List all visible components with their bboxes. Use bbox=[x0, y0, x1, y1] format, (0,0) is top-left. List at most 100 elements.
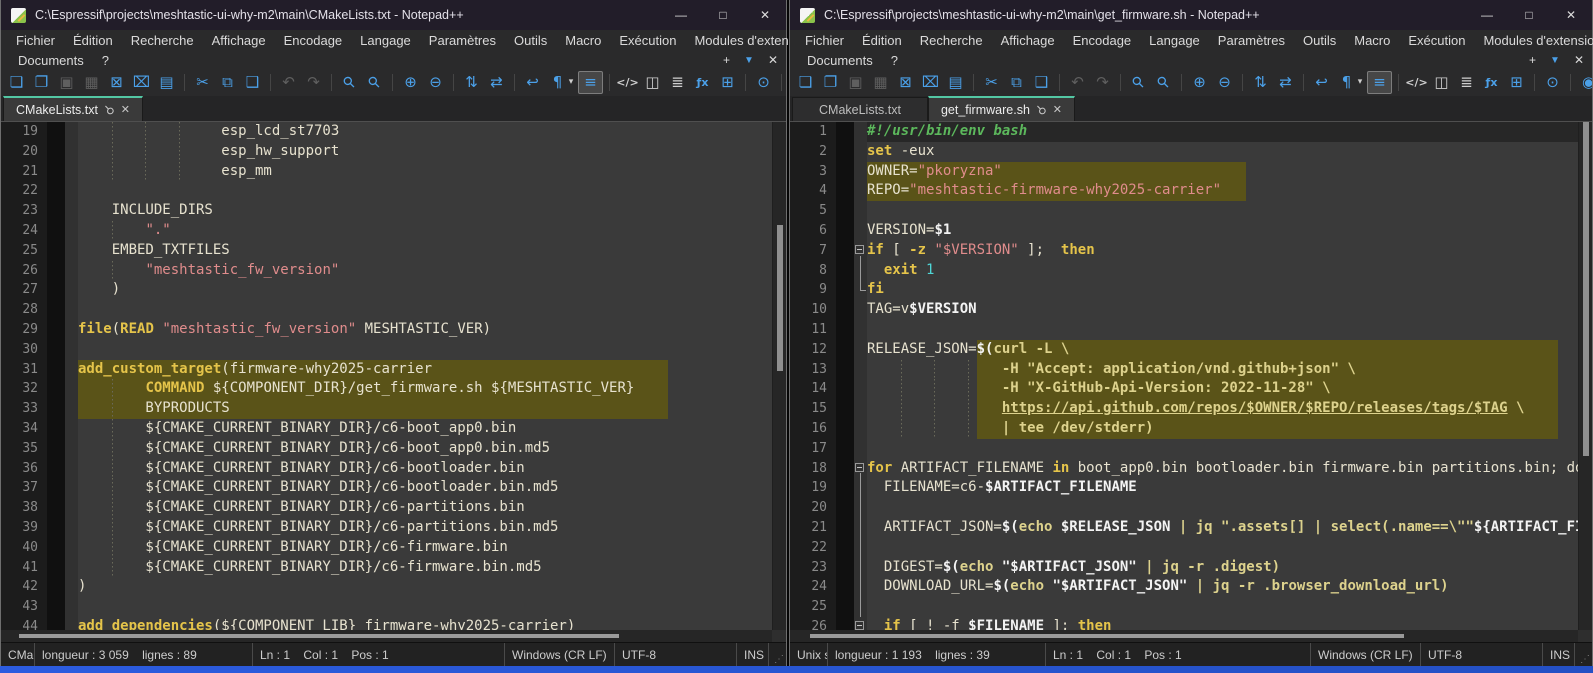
horizontal-scrollbar-thumb[interactable] bbox=[810, 634, 1404, 638]
close-icon[interactable]: ⊠ bbox=[894, 71, 917, 94]
menu-item-edition[interactable]: Édition bbox=[853, 33, 911, 48]
menu-item-recherche[interactable]: Recherche bbox=[911, 33, 992, 48]
code-text[interactable]: "." bbox=[78, 221, 772, 241]
sync-horizontal-scroll-icon[interactable]: ⇄ bbox=[485, 71, 508, 94]
menu-item-help[interactable]: ? bbox=[882, 53, 907, 68]
zoom-in-icon[interactable]: ⊕ bbox=[399, 71, 422, 94]
status-encoding[interactable]: UTF-8 bbox=[615, 643, 737, 666]
fold-margin[interactable] bbox=[854, 538, 867, 558]
code-text[interactable] bbox=[78, 340, 772, 360]
menu-item-execution[interactable]: Exécution bbox=[610, 33, 685, 48]
maximize-button[interactable]: □ bbox=[702, 0, 744, 30]
close-document-button[interactable]: ✕ bbox=[1574, 53, 1584, 67]
resize-grip[interactable]: ⋰ bbox=[1575, 643, 1592, 666]
menu-item-documents[interactable]: Documents bbox=[9, 53, 93, 68]
replace-icon[interactable]: ⚲ bbox=[1147, 69, 1180, 96]
status-doc-type[interactable]: CMak bbox=[1, 643, 35, 666]
fold-margin[interactable] bbox=[854, 478, 867, 498]
code-text[interactable] bbox=[867, 538, 1578, 558]
close-all-icon[interactable]: ⌧ bbox=[130, 71, 153, 94]
tab-cmakeliststxt[interactable]: CMakeLists.txt⚲✕ bbox=[3, 96, 143, 121]
code-text[interactable]: fi bbox=[867, 280, 1578, 300]
menu-item-macro[interactable]: Macro bbox=[1345, 33, 1399, 48]
open-file-icon[interactable]: ❐ bbox=[30, 71, 53, 94]
fold-margin[interactable] bbox=[854, 597, 867, 617]
show-chars-dropdown-icon[interactable]: ▾ bbox=[1355, 71, 1365, 94]
horizontal-scrollbar-thumb[interactable] bbox=[19, 634, 619, 638]
code-text[interactable]: ARTIFACT_JSON=$(echo $RELEASE_JSON | jq … bbox=[867, 518, 1578, 538]
code-text[interactable]: TAG=v$VERSION bbox=[867, 300, 1578, 320]
horizontal-scrollbar[interactable] bbox=[790, 630, 1578, 642]
record-macro-icon[interactable]: ◉ bbox=[1577, 71, 1592, 94]
code-text[interactable]: file(READ "meshtastic_fw_version" MESHTA… bbox=[78, 320, 772, 340]
code-text[interactable]: ${CMAKE_CURRENT_BINARY_DIR}/c6-bootloade… bbox=[78, 459, 772, 479]
monitor-lock-icon[interactable]: ⊞ bbox=[716, 71, 739, 94]
code-text[interactable]: ${CMAKE_CURRENT_BINARY_DIR}/c6-partition… bbox=[78, 518, 772, 538]
replace-icon[interactable]: ⚲ bbox=[358, 69, 391, 96]
new-tab-button[interactable]: + bbox=[723, 53, 730, 67]
pin-icon[interactable]: ⚲ bbox=[101, 101, 117, 117]
new-file-icon[interactable]: ❏ bbox=[5, 71, 28, 94]
fold-margin[interactable] bbox=[854, 518, 867, 538]
zoom-out-icon[interactable]: ⊖ bbox=[424, 71, 447, 94]
save-all-icon[interactable]: ▦ bbox=[869, 71, 892, 94]
horizontal-scrollbar[interactable] bbox=[1, 630, 772, 642]
indent-guide-icon[interactable]: ≡ bbox=[578, 71, 603, 94]
code-text[interactable] bbox=[867, 201, 1578, 221]
tab-list-button[interactable]: ▼ bbox=[1550, 55, 1560, 66]
code-text[interactable]: ) bbox=[78, 280, 772, 300]
menu-item-encodage[interactable]: Encodage bbox=[1064, 33, 1141, 48]
code-text[interactable]: RELEASE_JSON=$(curl -L \ bbox=[867, 340, 1578, 360]
document-list-icon[interactable]: ≣ bbox=[1455, 71, 1478, 94]
code-text[interactable]: exit 1 bbox=[867, 261, 1578, 281]
status-cursor-position[interactable]: Ln : 1 Col : 1 Pos : 1 bbox=[1046, 643, 1311, 666]
code-view[interactable]: 19 esp_lcd_st770320 esp_hw_support21 esp… bbox=[1, 122, 772, 630]
fold-margin[interactable] bbox=[854, 261, 867, 281]
code-text[interactable]: if [ ! -f $FILENAME ]; then bbox=[867, 617, 1578, 630]
code-text[interactable] bbox=[78, 597, 772, 617]
menu-item-affichage[interactable]: Affichage bbox=[992, 33, 1064, 48]
fold-collapse-icon[interactable] bbox=[855, 463, 864, 472]
code-text[interactable]: DIGEST=$(echo "$ARTIFACT_JSON" | jq -r .… bbox=[867, 558, 1578, 578]
tab-cmakeliststxt[interactable]: CMakeLists.txt bbox=[792, 97, 928, 121]
status-encoding[interactable]: UTF-8 bbox=[1421, 643, 1543, 666]
code-text[interactable]: "meshtastic_fw_version" bbox=[78, 261, 772, 281]
code-text[interactable]: INCLUDE_DIRS bbox=[78, 201, 772, 221]
status-insert-mode[interactable]: INS bbox=[737, 643, 769, 666]
vertical-scrollbar-thumb[interactable] bbox=[1583, 122, 1589, 456]
document-map-icon[interactable]: ◫ bbox=[1430, 71, 1453, 94]
monitor-lock-icon[interactable]: ⊞ bbox=[1505, 71, 1528, 94]
code-text[interactable]: if [ -z "$VERSION" ]; then bbox=[867, 241, 1578, 261]
code-text[interactable]: | tee /dev/stderr) bbox=[867, 419, 1578, 439]
menu-item-parametres[interactable]: Paramètres bbox=[1209, 33, 1294, 48]
status-document-length-lines[interactable]: longueur : 3 059 lignes : 89 bbox=[35, 643, 253, 666]
file-monitoring-icon[interactable]: ⊙ bbox=[1541, 71, 1564, 94]
sync-horizontal-scroll-icon[interactable]: ⇄ bbox=[1274, 71, 1297, 94]
resize-grip[interactable]: ⋰ bbox=[769, 643, 786, 666]
close-icon[interactable]: ⊠ bbox=[105, 71, 128, 94]
status-cursor-position[interactable]: Ln : 1 Col : 1 Pos : 1 bbox=[253, 643, 505, 666]
code-text[interactable]: ) bbox=[78, 577, 772, 597]
code-text[interactable]: FILENAME=c6-$ARTIFACT_FILENAME bbox=[867, 478, 1578, 498]
menu-item-fichier[interactable]: Fichier bbox=[796, 33, 853, 48]
menu-item-recherche[interactable]: Recherche bbox=[122, 33, 203, 48]
close-tab-icon[interactable]: ✕ bbox=[121, 103, 130, 116]
vertical-scrollbar-thumb[interactable] bbox=[777, 225, 783, 371]
fold-margin[interactable] bbox=[854, 280, 867, 300]
indent-guide-icon[interactable]: ≡ bbox=[1367, 71, 1392, 94]
code-text[interactable]: ${CMAKE_CURRENT_BINARY_DIR}/c6-firmware.… bbox=[78, 558, 772, 578]
title-bar[interactable]: C:\Espressif\projects\meshtastic-ui-why-… bbox=[790, 0, 1592, 30]
fold-margin[interactable] bbox=[854, 617, 867, 630]
paste-icon[interactable]: ❑ bbox=[1030, 71, 1053, 94]
function-completion-icon[interactable]: ƒx bbox=[691, 71, 714, 94]
copy-icon[interactable]: ⧉ bbox=[1005, 71, 1028, 94]
function-list-icon[interactable]: </> bbox=[616, 71, 639, 94]
code-text[interactable]: ${CMAKE_CURRENT_BINARY_DIR}/c6-boot_app0… bbox=[78, 419, 772, 439]
menu-item-documents[interactable]: Documents bbox=[798, 53, 882, 68]
code-text[interactable]: EMBED_TXTFILES bbox=[78, 241, 772, 261]
code-text[interactable]: COMMAND ${COMPONENT_DIR}/get_firmware.sh… bbox=[78, 379, 772, 399]
code-text[interactable]: esp_mm bbox=[78, 162, 772, 182]
function-completion-icon[interactable]: ƒx bbox=[1480, 71, 1503, 94]
document-map-icon[interactable]: ◫ bbox=[641, 71, 664, 94]
minimize-button[interactable]: — bbox=[660, 0, 702, 30]
